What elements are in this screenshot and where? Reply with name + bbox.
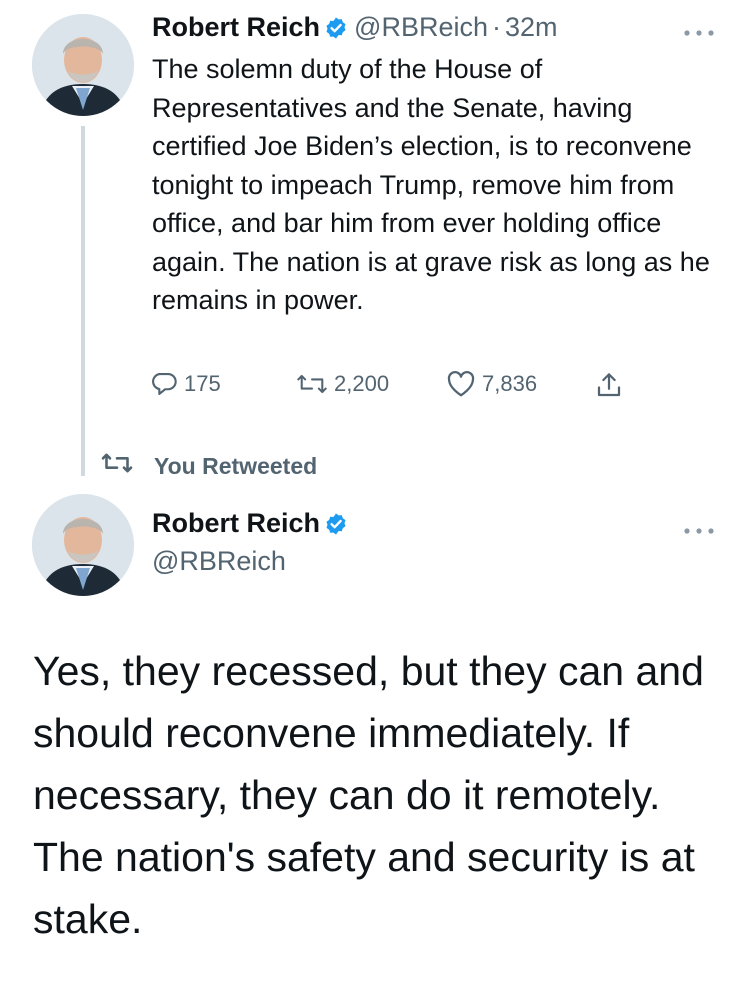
share-button[interactable]: [594, 370, 630, 400]
author-handle[interactable]: @RBReich: [354, 12, 488, 42]
author-avatar[interactable]: [32, 14, 134, 116]
author-name[interactable]: Robert Reich: [152, 508, 320, 538]
more-options-icon[interactable]: [682, 518, 716, 540]
retweet-context-label: You Retweeted: [154, 452, 318, 479]
tweet-text: Yes, they recessed, but they can and sho…: [33, 648, 704, 942]
thread-connector-line: [81, 126, 85, 476]
author-handle[interactable]: @RBReich: [152, 546, 286, 577]
author-avatar[interactable]: [32, 494, 134, 596]
reply-count: 175: [184, 371, 221, 396]
retweet-button[interactable]: 2,200: [296, 370, 389, 398]
more-options-icon[interactable]: [682, 20, 716, 42]
verified-badge-icon: [324, 16, 348, 45]
tweet-header: Robert Reich @RBReich · 32m: [152, 12, 558, 45]
tweet-timestamp[interactable]: 32m: [505, 12, 558, 42]
like-button[interactable]: 7,836: [446, 370, 537, 398]
author-name[interactable]: Robert Reich: [152, 12, 320, 42]
retweet-context[interactable]: You Retweeted: [100, 449, 317, 483]
header-separator: ·: [491, 12, 501, 42]
retweet-context-icon: [100, 449, 154, 483]
retweet-icon: [296, 370, 334, 398]
reply-button[interactable]: 175: [150, 370, 221, 398]
tweet-text: The solemn duty of the House of Represen…: [152, 54, 710, 315]
reply-icon: [150, 370, 184, 398]
like-count: 7,836: [482, 371, 538, 396]
share-icon: [594, 370, 630, 400]
like-icon: [446, 370, 482, 398]
verified-badge-icon: [324, 512, 348, 541]
tweet-header: Robert Reich: [152, 508, 354, 541]
retweet-count: 2,200: [334, 371, 390, 396]
